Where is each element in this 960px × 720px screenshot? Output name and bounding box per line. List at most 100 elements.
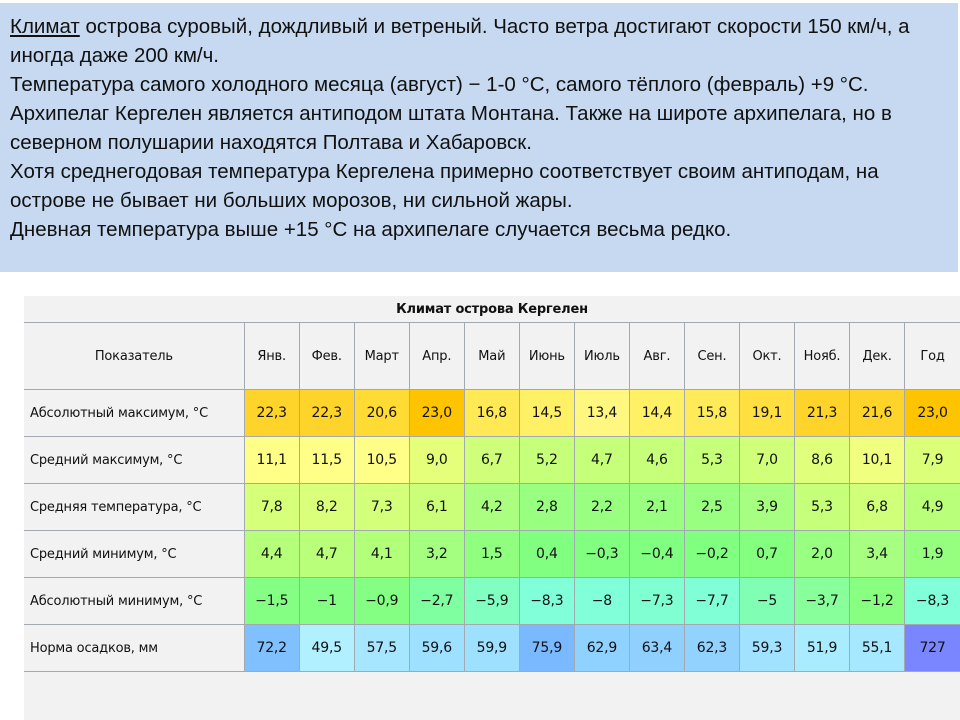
table-cell: 7,0: [738, 436, 795, 484]
table-cell: 13,4: [573, 389, 630, 437]
table-cell: 55,1: [849, 624, 906, 672]
table-row: Норма осадков, мм 72,2 49,5 57,5 59,6 59,9 75,…: [24, 624, 960, 672]
table-cell: 4,6: [628, 436, 685, 484]
table-cell: 75,9: [518, 624, 575, 672]
table-cell: −8,3: [904, 577, 960, 625]
table-cell: 20,6: [353, 389, 410, 437]
intro-paragraph-4: Хотя среднегодовая температура Кергелена…: [10, 160, 879, 212]
table-cell: 59,9: [463, 624, 520, 672]
table-cell: 59,6: [408, 624, 465, 672]
intro-paragraph-1: Климат острова суровый, дождливый и ветр…: [10, 12, 948, 70]
table-row: Абсолютный минимум, °C −1,5 −1 −0,9 −2,7 −5,9…: [24, 577, 960, 625]
column-header-month: Май: [463, 322, 520, 390]
table-cell: 4,1: [353, 530, 410, 578]
table-cell: 4,7: [573, 436, 630, 484]
table-cell: 23,0: [904, 389, 960, 437]
table-cell: 22,3: [243, 389, 300, 437]
row-label: Средний максимум, °C: [24, 436, 245, 484]
column-header-month: Апр.: [408, 322, 465, 390]
table-cell: −3,7: [793, 577, 851, 625]
column-header-month: Авг.: [628, 322, 685, 390]
table-cell: 0,4: [518, 530, 575, 578]
table-cell: 2,0: [793, 530, 851, 578]
table-cell: 7,9: [904, 436, 960, 484]
table-cell: 3,2: [408, 530, 465, 578]
column-header-month: Июнь: [518, 322, 575, 390]
table-cell: −1,5: [243, 577, 300, 625]
table-cell: 11,1: [243, 436, 300, 484]
table-body: Абсолютный максимум, °C 22,3 22,3 20,6 23,0 1…: [24, 389, 960, 672]
table-cell: 21,6: [849, 389, 906, 437]
climate-table: Климат острова Кергелен Показатель Янв. Фе…: [24, 296, 960, 672]
intro-paragraph-3: Архипелаг Кергелен является антиподом шт…: [10, 102, 892, 154]
table-cell: 4,4: [243, 530, 300, 578]
table-cell: 8,2: [298, 483, 355, 531]
table-cell: −8: [573, 577, 630, 625]
table-cell: 9,0: [408, 436, 465, 484]
row-label: Средний минимум, °C: [24, 530, 245, 578]
table-cell: −8,3: [518, 577, 575, 625]
table-cell: 16,8: [463, 389, 520, 437]
climate-table-container: Климат острова Кергелен Показатель Янв. Фе…: [24, 296, 960, 720]
table-cell: −7,3: [628, 577, 685, 625]
row-label: Средняя температура, °C: [24, 483, 245, 531]
table-cell: 51,9: [793, 624, 851, 672]
table-cell: 22,3: [298, 389, 355, 437]
table-cell: 727: [904, 624, 960, 672]
intro-text-1: острова суровый, дождливый и ветреный. Ч…: [10, 15, 910, 67]
table-cell: 62,3: [683, 624, 740, 672]
table-cell: 4,9: [904, 483, 960, 531]
table-cell: −7,7: [683, 577, 740, 625]
table-cell: −5: [738, 577, 795, 625]
table-cell: 72,2: [243, 624, 300, 672]
table-cell: 63,4: [628, 624, 685, 672]
table-cell: 49,5: [298, 624, 355, 672]
table-cell: 14,4: [628, 389, 685, 437]
table-cell: 7,8: [243, 483, 300, 531]
table-cell: 3,4: [849, 530, 906, 578]
climate-link[interactable]: Климат: [10, 15, 80, 38]
table-cell: 4,2: [463, 483, 520, 531]
table-cell: 21,3: [793, 389, 851, 437]
table-row: Средний минимум, °C 4,4 4,7 4,1 3,2 1,5 0,4 −0,…: [24, 530, 960, 578]
table-cell: −0,9: [353, 577, 410, 625]
table-cell: −2,7: [408, 577, 465, 625]
column-header-month: Дек.: [849, 322, 906, 390]
table-cell: 1,5: [463, 530, 520, 578]
column-header-month: Фев.: [298, 322, 355, 390]
table-cell: 2,1: [628, 483, 685, 531]
table-cell: 14,5: [518, 389, 575, 437]
column-header-month: Янв.: [243, 322, 300, 390]
table-cell: 0,7: [738, 530, 795, 578]
table-cell: 7,3: [353, 483, 410, 531]
table-cell: 6,7: [463, 436, 520, 484]
column-header-month: Год: [904, 322, 960, 390]
intro-paragraph-5: Дневная температура выше +15 °C на архип…: [10, 218, 732, 241]
column-header-month: Сен.: [683, 322, 740, 390]
table-cell: −1: [298, 577, 355, 625]
row-label: Норма осадков, мм: [24, 624, 245, 672]
climate-description: Климат острова суровый, дождливый и ветр…: [0, 3, 958, 272]
table-row: Средний максимум, °C 11,1 11,5 10,5 9,0 6,7 5,…: [24, 436, 960, 484]
column-header-month: Июль: [573, 322, 630, 390]
table-cell: 10,1: [849, 436, 906, 484]
column-header-month: Нояб.: [793, 322, 851, 390]
table-header-row: Показатель Янв. Фев. Март Апр. Май Июнь Июль Авг…: [24, 322, 960, 390]
table-cell: 59,3: [738, 624, 795, 672]
table-row: Абсолютный максимум, °C 22,3 22,3 20,6 23,0 1…: [24, 389, 960, 437]
table-cell: 6,8: [849, 483, 906, 531]
table-cell: 5,3: [683, 436, 740, 484]
table-cell: −1,2: [849, 577, 906, 625]
intro-paragraph-2: Температура самого холодного месяца (авг…: [10, 73, 869, 96]
table-cell: 23,0: [408, 389, 465, 437]
table-cell: 2,8: [518, 483, 575, 531]
column-header-indicator: Показатель: [24, 322, 245, 390]
table-cell: −0,4: [628, 530, 685, 578]
column-header-month: Окт.: [738, 322, 795, 390]
table-cell: 1,9: [904, 530, 960, 578]
table-cell: 19,1: [738, 389, 795, 437]
table-cell: −0,3: [573, 530, 630, 578]
table-cell: 5,3: [793, 483, 851, 531]
table-row: Средняя температура, °C 7,8 8,2 7,3 6,1 4,2 2,…: [24, 483, 960, 531]
table-cell: 57,5: [353, 624, 410, 672]
